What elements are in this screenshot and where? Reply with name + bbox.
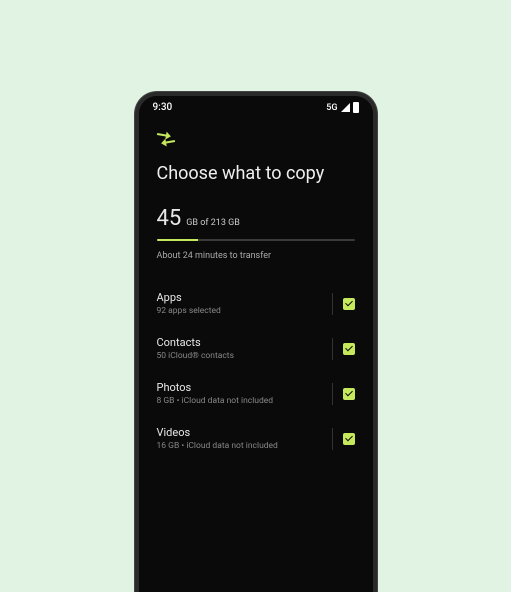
signal-icon [341, 103, 350, 112]
content: Choose what to copy 45 GB of 213 GB Abou… [139, 115, 373, 461]
divider [332, 383, 333, 405]
divider [332, 293, 333, 315]
storage-total: GB of 213 GB [186, 218, 240, 228]
list-item-photos[interactable]: Photos 8 GB • iCloud data not included [157, 371, 355, 416]
checkbox-apps[interactable] [343, 298, 355, 310]
storage-used-value: 45 [157, 206, 182, 231]
list-item-contacts[interactable]: Contacts 50 iCloud® contacts [157, 326, 355, 371]
phone-frame: 9:30 5G Choose what to copy 45 GB of 213… [135, 92, 377, 592]
checkbox-contacts[interactable] [343, 343, 355, 355]
item-title: Contacts [157, 336, 234, 349]
battery-icon [353, 102, 359, 113]
list-item-apps[interactable]: Apps 92 apps selected [157, 281, 355, 326]
status-indicators: 5G [326, 102, 358, 113]
divider [332, 428, 333, 450]
status-bar: 9:30 5G [139, 96, 373, 115]
item-subtitle: 50 iCloud® contacts [157, 351, 234, 361]
network-label: 5G [326, 103, 337, 113]
checkbox-photos[interactable] [343, 388, 355, 400]
screen: 9:30 5G Choose what to copy 45 GB of 213… [139, 96, 373, 592]
item-title: Videos [157, 426, 278, 439]
item-subtitle: 8 GB • iCloud data not included [157, 396, 274, 406]
storage-summary: 45 GB of 213 GB [157, 206, 355, 231]
list-item-videos[interactable]: Videos 16 GB • iCloud data not included [157, 416, 355, 461]
item-subtitle: 92 apps selected [157, 306, 221, 316]
item-title: Apps [157, 291, 221, 304]
divider [332, 338, 333, 360]
item-subtitle: 16 GB • iCloud data not included [157, 441, 278, 451]
checkbox-videos[interactable] [343, 433, 355, 445]
progress-bar [157, 239, 355, 241]
page-title: Choose what to copy [157, 163, 355, 184]
item-title: Photos [157, 381, 274, 394]
transfer-eta: About 24 minutes to transfer [157, 251, 355, 261]
progress-fill [157, 239, 199, 241]
status-time: 9:30 [153, 102, 173, 113]
transfer-icon [157, 129, 177, 149]
